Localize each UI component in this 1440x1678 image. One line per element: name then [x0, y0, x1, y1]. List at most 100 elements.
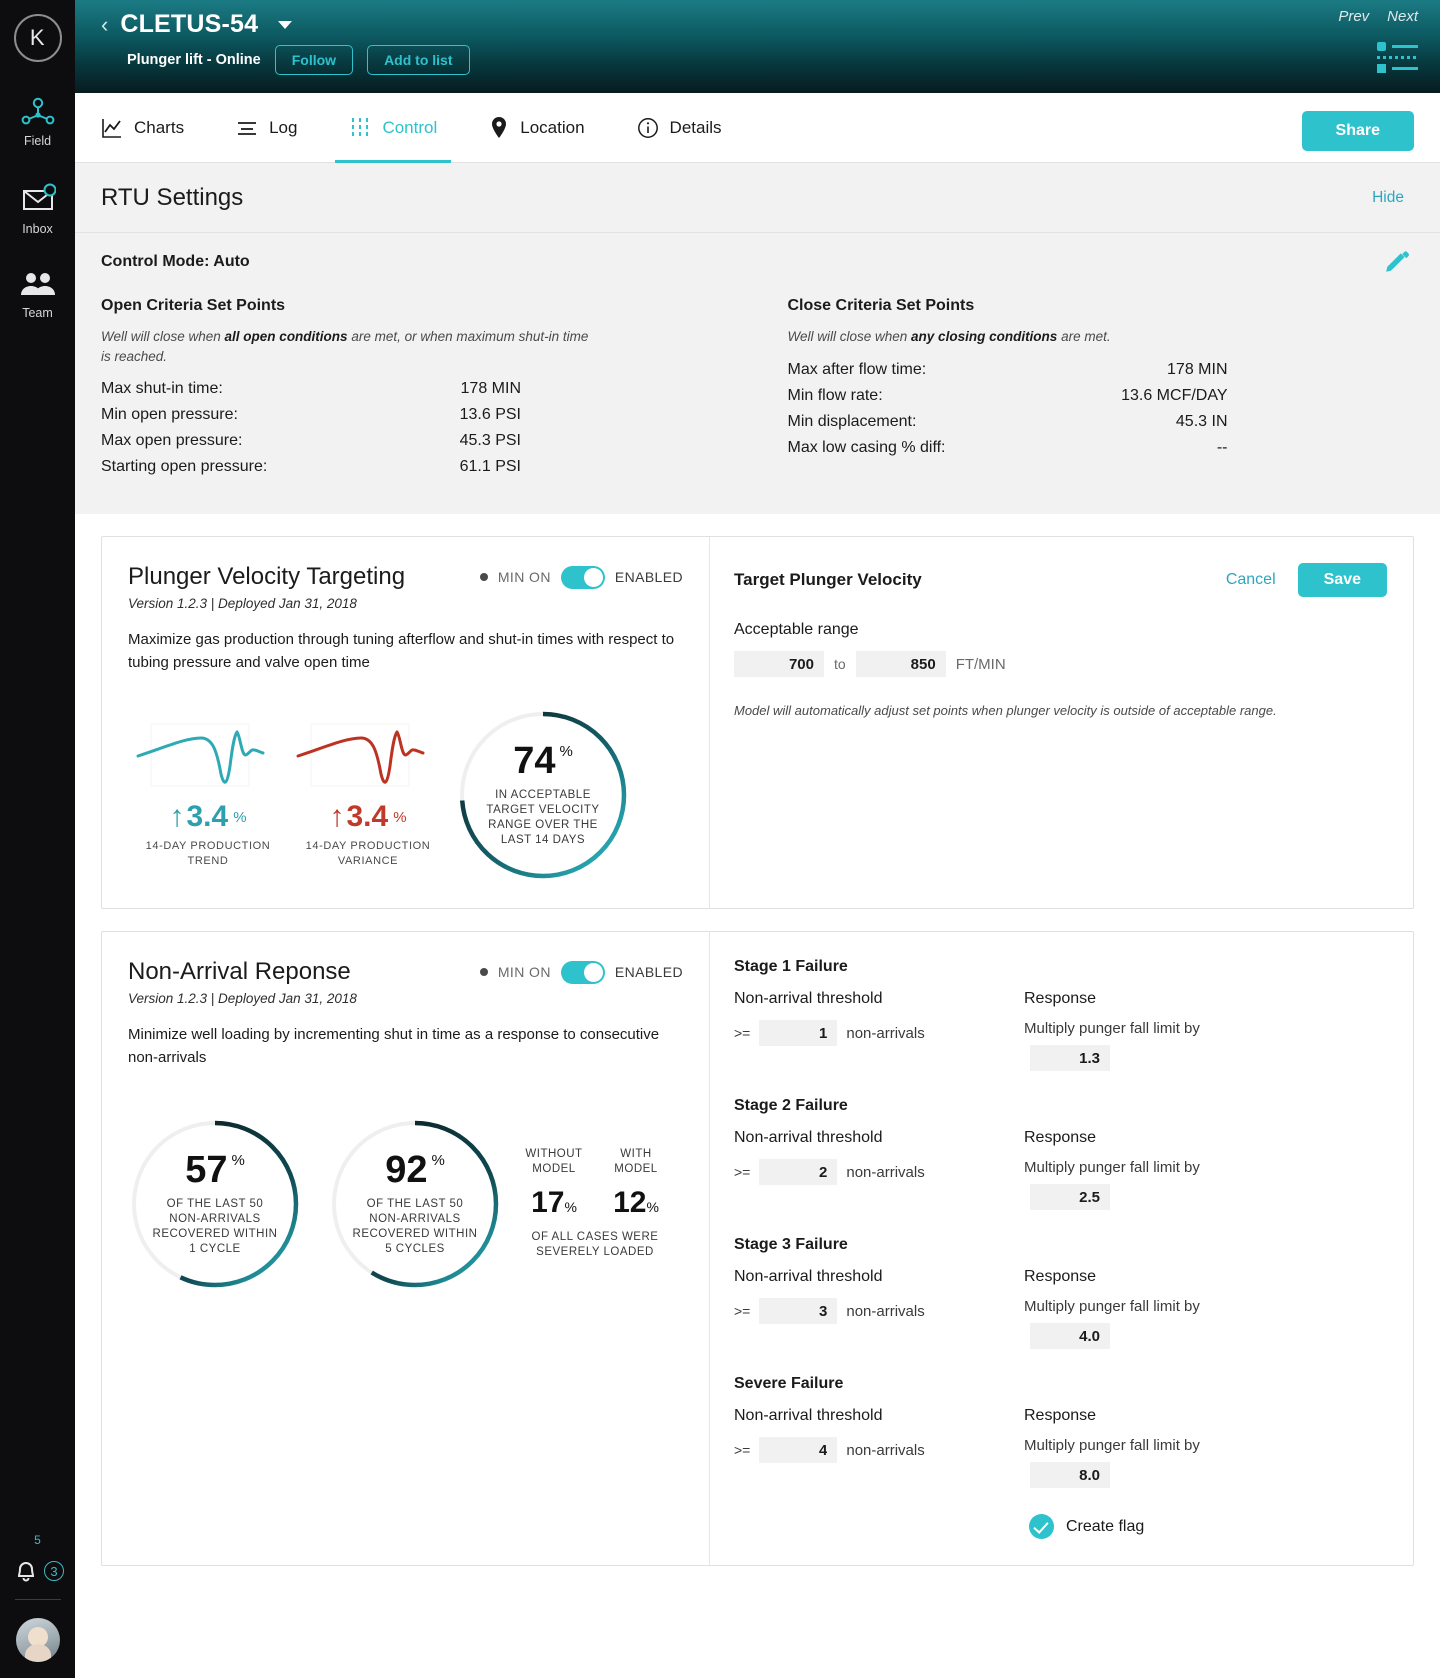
- panel-note: Model will automatically adjust set poin…: [734, 703, 1277, 719]
- sidebar-item-team[interactable]: Team: [0, 270, 75, 320]
- response-label: Response: [1024, 1129, 1097, 1147]
- threshold-label: Non-arrival threshold: [734, 990, 883, 1008]
- next-link[interactable]: Next: [1387, 8, 1418, 25]
- threshold-unit: non-arrivals: [846, 1024, 925, 1042]
- log-lines-icon: [238, 121, 257, 135]
- trend-unit: %: [233, 808, 247, 826]
- notifications-button[interactable]: 3: [11, 1557, 64, 1585]
- comparison-value-with: 12%: [605, 1186, 667, 1220]
- threshold-column: Non-arrival threshold >= non-arrivals: [734, 1268, 1024, 1349]
- response-value-input[interactable]: [1030, 1045, 1110, 1072]
- min-on-dot-icon: [479, 573, 488, 582]
- create-flag-row[interactable]: Create flag: [1029, 1514, 1387, 1540]
- threshold-column: Non-arrival threshold >= non-arrivals: [734, 990, 1024, 1071]
- tab-details-label: Details: [669, 117, 722, 137]
- module-enable-toggle[interactable]: [560, 565, 605, 589]
- setpoint-key: Min displacement:: [787, 412, 917, 430]
- threshold-label: Non-arrival threshold: [734, 1129, 883, 1147]
- threshold-input[interactable]: [759, 1437, 838, 1464]
- donut-center: 74% IN ACCEPTABLE TARGET VELOCITY RANGE …: [456, 708, 630, 882]
- plunger-velocity-card: Plunger Velocity Targeting MIN ON ENABLE…: [101, 536, 1414, 910]
- open-criteria-column: Open Criteria Set Points Well will close…: [101, 297, 758, 484]
- response-value-input[interactable]: [1030, 1462, 1110, 1489]
- variance-value-row: ↑ 3.4%: [288, 800, 448, 834]
- variance-sparkline-wrap: [288, 708, 448, 800]
- module-enable-toggle[interactable]: [560, 960, 605, 984]
- threshold-input[interactable]: [759, 1020, 838, 1047]
- toggle-knob: [583, 962, 603, 982]
- list-view-icon[interactable]: [1377, 42, 1418, 73]
- stage-title: Stage 1 Failure: [734, 958, 848, 976]
- stage-2-failure: Stage 2 Failure Non-arrival threshold >=…: [734, 1097, 1387, 1211]
- module-title-row: Non-Arrival Reponse MIN ON ENABLED: [128, 958, 683, 986]
- gte-symbol: >=: [734, 1025, 751, 1042]
- without-model-unit: %: [564, 1198, 577, 1215]
- follow-button[interactable]: Follow: [274, 45, 354, 75]
- edit-pencil-icon[interactable]: [1384, 249, 1410, 275]
- response-text: Multiply punger fall limit by: [1024, 1437, 1200, 1455]
- tab-log-label: Log: [269, 117, 298, 137]
- threshold-row: >= non-arrivals: [734, 1298, 1024, 1325]
- add-to-list-button[interactable]: Add to list: [367, 45, 470, 75]
- tab-log[interactable]: Log: [236, 93, 297, 163]
- threshold-row: >= non-arrivals: [734, 1437, 1024, 1464]
- comparison-headers: WITHOUT MODEL WITH MODEL: [520, 1147, 670, 1176]
- left-nav-rail: K Field Inbox Team 5 3: [0, 0, 75, 1678]
- back-chevron-icon[interactable]: ‹: [101, 13, 108, 36]
- range-min-input[interactable]: [734, 651, 824, 678]
- response-value-input[interactable]: [1030, 1184, 1110, 1211]
- comparison-header-without: WITHOUT MODEL: [525, 1148, 583, 1175]
- tab-location[interactable]: Location: [489, 93, 585, 163]
- donut-value: 92: [385, 1149, 428, 1192]
- response-value-input[interactable]: [1030, 1323, 1110, 1350]
- setpoint-value: 178 MIN: [1167, 360, 1228, 378]
- acceptable-range-label: Acceptable range: [734, 621, 859, 639]
- chevron-down-icon[interactable]: [278, 20, 293, 29]
- stage-columns: Non-arrival threshold >= non-arrivals Re…: [734, 990, 1387, 1072]
- wellhead-title-row: ‹ CLETUS-54: [75, 0, 1440, 39]
- prev-link[interactable]: Prev: [1338, 8, 1369, 25]
- response-column: Response Multiply punger fall limit by: [1024, 1129, 1324, 1211]
- donut-value-row: 74%: [513, 742, 573, 780]
- setpoint-key: Starting open pressure:: [101, 458, 268, 476]
- tab-control[interactable]: Control: [335, 93, 452, 163]
- module-toggle-group: MIN ON ENABLED: [479, 565, 683, 589]
- sparkline-icon: [296, 723, 425, 787]
- open-note-pre: Well will close when: [101, 329, 225, 344]
- module-version: Version 1.2.3 | Deployed Jan 31, 2018: [128, 596, 357, 612]
- variance-caption: 14-DAY PRODUCTION VARIANCE: [305, 840, 431, 867]
- sidebar-item-field[interactable]: Field: [0, 96, 75, 148]
- rtu-settings-body: Control Mode: Auto Open Criteria Set Poi…: [75, 233, 1440, 515]
- cancel-button[interactable]: Cancel: [1226, 571, 1276, 589]
- donut-value-row: 57%: [185, 1151, 245, 1189]
- list-icon-row: [1377, 56, 1418, 59]
- open-criteria-heading: Open Criteria Set Points: [101, 297, 286, 314]
- range-to-label: to: [834, 656, 846, 673]
- trend-arrow-icon: ↑: [169, 800, 185, 834]
- response-text: Multiply punger fall limit by: [1024, 1298, 1200, 1316]
- avatar[interactable]: [15, 1618, 60, 1662]
- rtu-hide-link[interactable]: Hide: [1372, 189, 1404, 207]
- threshold-input[interactable]: [759, 1298, 838, 1325]
- app-logo[interactable]: K: [13, 14, 62, 62]
- save-button[interactable]: Save: [1297, 563, 1387, 598]
- recovered-5-cycles-donut: 92% OF THE LAST 50 NON-ARRIVALS RECOVERE…: [328, 1117, 502, 1291]
- min-on-dot-icon: [479, 968, 488, 977]
- pending-count: 5: [34, 1533, 41, 1547]
- response-column: Response Multiply punger fall limit by: [1024, 1407, 1324, 1489]
- variance-unit: %: [393, 808, 407, 826]
- tab-details[interactable]: Details: [637, 93, 722, 163]
- sidebar-item-inbox[interactable]: Inbox: [0, 182, 75, 236]
- stage-3-failure: Stage 3 Failure Non-arrival threshold >=…: [734, 1236, 1387, 1350]
- share-button[interactable]: Share: [1301, 111, 1414, 151]
- range-max-input[interactable]: [855, 651, 946, 678]
- non-arrival-response-card: Non-Arrival Reponse MIN ON ENABLED Versi…: [101, 931, 1414, 1567]
- response-label: Response: [1024, 990, 1097, 1008]
- sidebar-item-team-label: Team: [22, 306, 53, 320]
- threshold-input[interactable]: [759, 1159, 838, 1186]
- tab-charts[interactable]: Charts: [101, 93, 184, 163]
- notification-badge: 3: [44, 1561, 64, 1581]
- create-flag-checkbox-icon[interactable]: [1029, 1514, 1054, 1540]
- comparison-header-with: WITH MODEL: [614, 1148, 658, 1175]
- create-flag-label: Create flag: [1066, 1517, 1145, 1535]
